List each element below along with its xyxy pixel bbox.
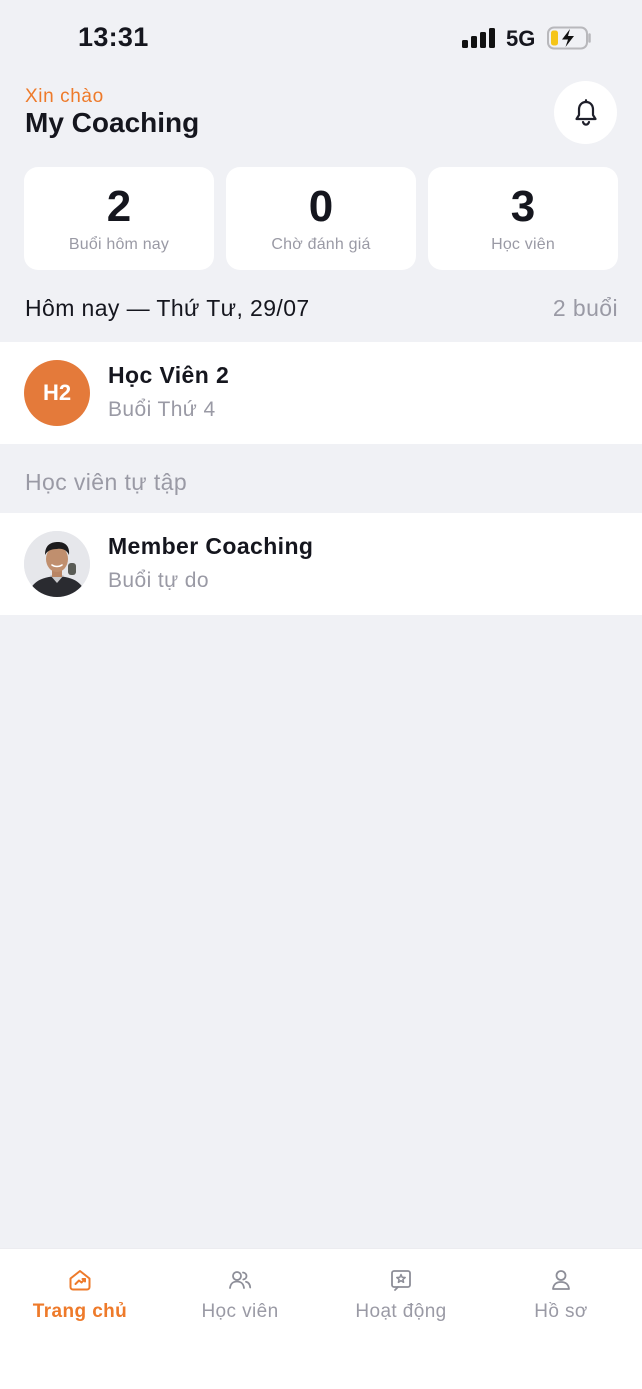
- status-bar: 13:31 5G: [0, 0, 642, 78]
- stat-card-today-sessions[interactable]: 2 Buổi hôm nay: [24, 167, 214, 270]
- tab-label: Học viên: [201, 1301, 279, 1322]
- stat-value: 2: [106, 182, 132, 231]
- tab-label: Hoạt động: [355, 1301, 447, 1322]
- session-detail: Buổi tự do: [108, 569, 209, 592]
- avatar: [24, 531, 90, 597]
- stat-label: Buổi hôm nay: [68, 236, 170, 253]
- cellular-signal-icon: [462, 28, 496, 48]
- profile-icon: [552, 1270, 570, 1290]
- stat-value: 0: [308, 182, 334, 231]
- tab-home[interactable]: Trang chủ: [0, 1267, 160, 1323]
- bell-icon: [574, 98, 597, 126]
- stat-card-pending-reviews[interactable]: 0 Chờ đánh giá: [226, 167, 416, 270]
- status-time: 13:31: [78, 22, 149, 52]
- avatar: H2: [24, 360, 90, 426]
- stat-value: 3: [510, 182, 536, 231]
- network-type: 5G: [506, 26, 536, 51]
- bottom-tab-bar: Trang chủ Học viên Hoạt động Hồ sơ: [0, 1248, 642, 1389]
- users-icon: [229, 1271, 252, 1289]
- tab-label: Trang chủ: [32, 1301, 128, 1322]
- greeting-text: Xin chào: [25, 86, 104, 107]
- tab-profile[interactable]: Hồ sơ: [481, 1267, 641, 1323]
- stat-label: Chờ đánh giá: [271, 236, 371, 253]
- member-name: Member Coaching: [108, 533, 314, 559]
- student-name: Học Viên 2: [108, 362, 230, 388]
- today-section-title: Hôm nay — Thứ Tư, 29/07: [25, 295, 310, 321]
- session-row[interactable]: H2 Học Viên 2 Buổi Thứ 4: [0, 342, 642, 444]
- activity-icon: [391, 1270, 411, 1291]
- today-session-count: 2 buổi: [552, 295, 618, 321]
- tab-label: Hồ sơ: [534, 1301, 588, 1322]
- home-icon: [69, 1270, 91, 1291]
- tab-activity[interactable]: Hoạt động: [321, 1267, 481, 1323]
- battery-charging-icon: [547, 26, 591, 50]
- screen: 13:31 5G Xin chào My Coaching 2 Buổi hôm…: [0, 0, 642, 1389]
- page-title: My Coaching: [25, 107, 200, 138]
- tab-students[interactable]: Học viên: [160, 1267, 320, 1323]
- self-training-title: Học viên tự tập: [25, 469, 188, 495]
- stat-label: Học viên: [491, 236, 555, 253]
- stat-card-students[interactable]: 3 Học viên: [428, 167, 618, 270]
- self-training-row[interactable]: Member Coaching Buổi tự do: [0, 513, 642, 615]
- session-detail: Buổi Thứ 4: [108, 398, 216, 421]
- notifications-button[interactable]: [554, 81, 617, 144]
